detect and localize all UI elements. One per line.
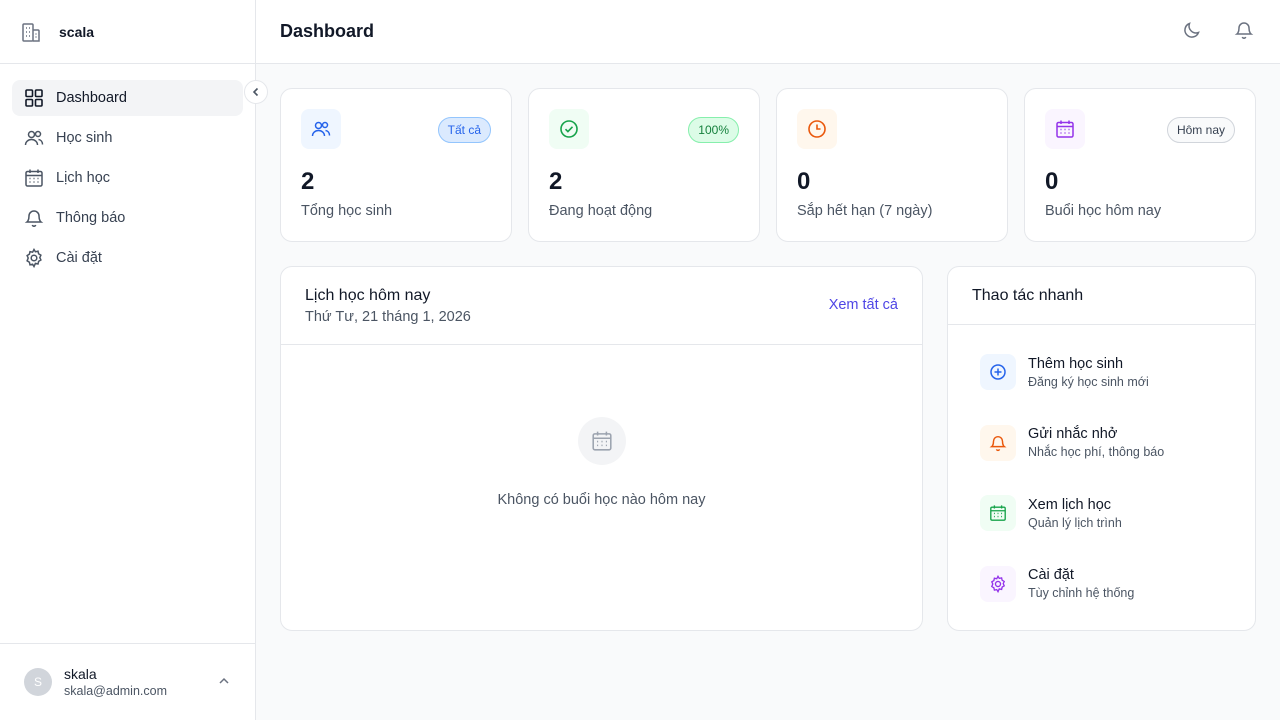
stat-card-sessions-today[interactable]: Hôm nay 0 Buổi học hôm nay [1024, 88, 1256, 242]
stat-label: Sắp hết hạn (7 ngày) [797, 203, 933, 219]
top-header: Dashboard [256, 0, 1280, 64]
sidebar-item-label: Cài đặt [56, 250, 102, 266]
stat-icon-box [301, 109, 341, 149]
grid-icon [24, 88, 44, 108]
gear-icon [989, 574, 1007, 593]
sidebar-item-label: Thông báo [56, 210, 126, 226]
panel-title: Thao tác nhanh [972, 287, 1084, 304]
check-circle-icon [559, 119, 579, 139]
quick-text: Gửi nhắc nhở Nhắc học phí, thông báo [1028, 426, 1164, 459]
brand-name: scala [59, 23, 95, 40]
quick-action-desc: Đăng ký học sinh mới [1028, 374, 1149, 389]
chevron-up-icon[interactable] [217, 674, 231, 688]
sidebar-item-dashboard[interactable]: Dashboard [12, 80, 243, 116]
stat-icon-box [1045, 109, 1085, 149]
sidebar-nav: Dashboard Học sinh Lịch học Thông báo Cà… [0, 64, 255, 296]
plus-circle-icon [989, 363, 1007, 381]
user-name: skala [64, 666, 97, 682]
clock-icon [807, 119, 827, 139]
quick-action-title: Thêm học sinh [1028, 355, 1124, 372]
stat-card-total-students[interactable]: Tất cả 2 Tổng học sinh [280, 88, 512, 242]
status-badge: Hôm nay [1166, 117, 1235, 143]
quick-action-send-reminder[interactable]: Gửi nhắc nhở Nhắc học phí, thông báo [980, 424, 1223, 462]
users-icon [311, 119, 331, 139]
quick-action-desc: Quản lý lịch trình [1028, 515, 1122, 530]
user-email: skala@admin.com [64, 684, 168, 698]
stat-icon-box [797, 109, 837, 149]
calendar-icon [1055, 119, 1075, 139]
quick-icon-box [980, 424, 1016, 461]
brand[interactable]: scala [0, 0, 255, 64]
today-schedule-panel: Lịch học hôm nay Thứ Tư, 21 tháng 1, 202… [280, 266, 923, 631]
status-badge: 100% [688, 117, 739, 143]
quick-action-title: Xem lịch học [1028, 496, 1112, 513]
avatar: S [24, 668, 52, 696]
user-menu[interactable]: S skala skala@admin.com [0, 643, 255, 720]
panel-header: Lịch học hôm nay Thứ Tư, 21 tháng 1, 202… [281, 267, 922, 345]
chevron-left-icon [250, 86, 262, 98]
quick-text: Thêm học sinh Đăng ký học sinh mới [1028, 356, 1149, 389]
page-title: Dashboard [280, 21, 375, 41]
sidebar: scala Dashboard Học sinh Lịch học Thông … [0, 0, 256, 720]
sidebar-item-schedule[interactable]: Lịch học [12, 160, 243, 196]
panel-header: Thao tác nhanh [948, 267, 1255, 325]
sidebar-item-label: Dashboard [56, 90, 127, 106]
quick-icon-box [980, 354, 1016, 390]
calendar-icon [577, 417, 626, 465]
quick-action-title: Cài đặt [1028, 567, 1074, 583]
sidebar-item-settings[interactable]: Cài đặt [12, 240, 243, 276]
status-badge: Tất cả [437, 117, 491, 143]
sidebar-collapse-button[interactable] [244, 80, 268, 104]
schedule-date: Thứ Tư, 21 tháng 1, 2026 [305, 309, 471, 325]
panel-title: Lịch học hôm nay [305, 287, 431, 304]
quick-action-title: Gửi nhắc nhở [1028, 426, 1118, 442]
stat-label: Tổng học sinh [301, 203, 393, 219]
sidebar-item-students[interactable]: Học sinh [12, 120, 243, 156]
quick-text: Cài đặt Tùy chỉnh hệ thống [1028, 567, 1134, 600]
header-actions [1182, 20, 1254, 40]
empty-message: Không có buổi học nào hôm nay [497, 492, 706, 508]
building-icon [22, 22, 40, 42]
stat-card-expiring[interactable]: 0 Sắp hết hạn (7 ngày) [776, 88, 1008, 242]
stat-value: 2 [301, 168, 315, 195]
moon-icon[interactable] [1182, 20, 1202, 40]
stat-label: Buổi học hôm nay [1045, 203, 1162, 219]
stat-value: 0 [797, 168, 811, 195]
gear-icon [24, 248, 44, 268]
quick-action-desc: Nhắc học phí, thông báo [1028, 445, 1165, 459]
quick-actions-panel: Thao tác nhanh Thêm học sinh Đăng ký học… [947, 266, 1256, 631]
quick-icon-box [980, 495, 1016, 531]
quick-action-desc: Tùy chỉnh hệ thống [1028, 586, 1135, 600]
sidebar-item-label: Học sinh [56, 130, 113, 146]
bell-icon[interactable] [1234, 20, 1254, 40]
stat-label: Đang hoạt động [549, 203, 653, 219]
calendar-icon [989, 504, 1007, 522]
calendar-icon [24, 168, 44, 188]
stat-value: 0 [1045, 168, 1059, 195]
quick-action-view-schedule[interactable]: Xem lịch học Quản lý lịch trình [980, 494, 1223, 532]
stat-icon-box [549, 109, 589, 149]
stat-value: 2 [549, 168, 563, 195]
sidebar-item-notifications[interactable]: Thông báo [12, 200, 243, 236]
quick-actions-list: Thêm học sinh Đăng ký học sinh mới Gửi n… [948, 325, 1255, 603]
sidebar-item-label: Lịch học [56, 170, 111, 186]
users-icon [24, 128, 44, 148]
view-all-link[interactable]: Xem tất cả [829, 297, 898, 313]
stat-card-active[interactable]: 100% 2 Đang hoạt động [528, 88, 760, 242]
bell-icon [24, 208, 44, 228]
bell-icon [989, 434, 1007, 452]
quick-text: Xem lịch học Quản lý lịch trình [1028, 497, 1122, 530]
quick-icon-box [980, 565, 1016, 602]
empty-state: Không có buổi học nào hôm nay [281, 345, 922, 508]
quick-action-add-student[interactable]: Thêm học sinh Đăng ký học sinh mới [980, 353, 1223, 391]
user-info: skala skala@admin.com [64, 666, 167, 698]
quick-action-settings[interactable]: Cài đặt Tùy chỉnh hệ thống [980, 565, 1223, 603]
